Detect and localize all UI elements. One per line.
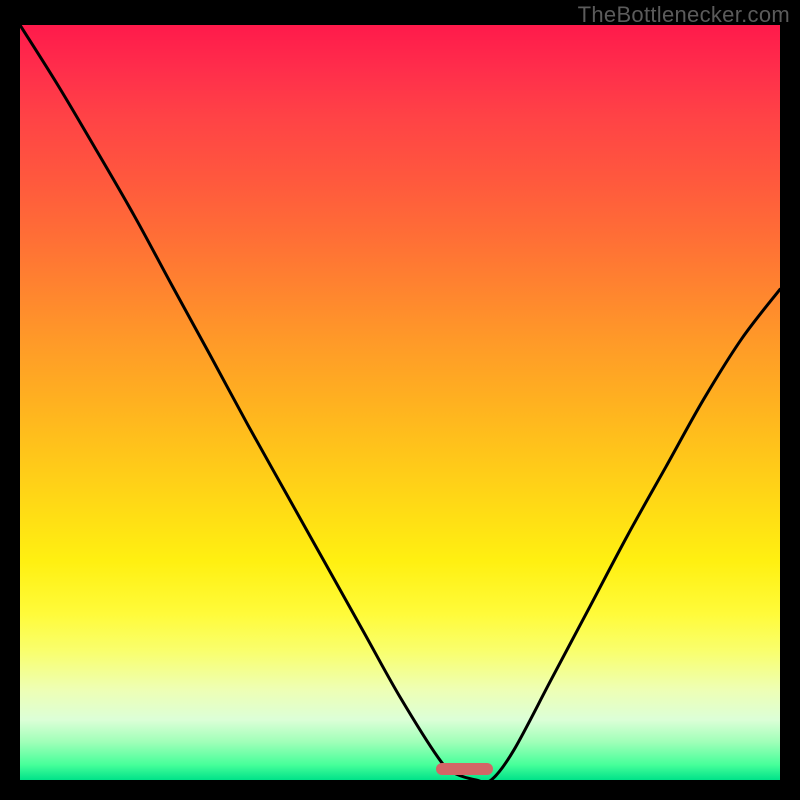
bottleneck-curve xyxy=(20,25,780,780)
plot-area xyxy=(20,25,780,780)
curve-path xyxy=(20,25,780,780)
chart-frame: TheBottlenecker.com xyxy=(0,0,800,800)
optimal-range-marker xyxy=(436,763,493,775)
